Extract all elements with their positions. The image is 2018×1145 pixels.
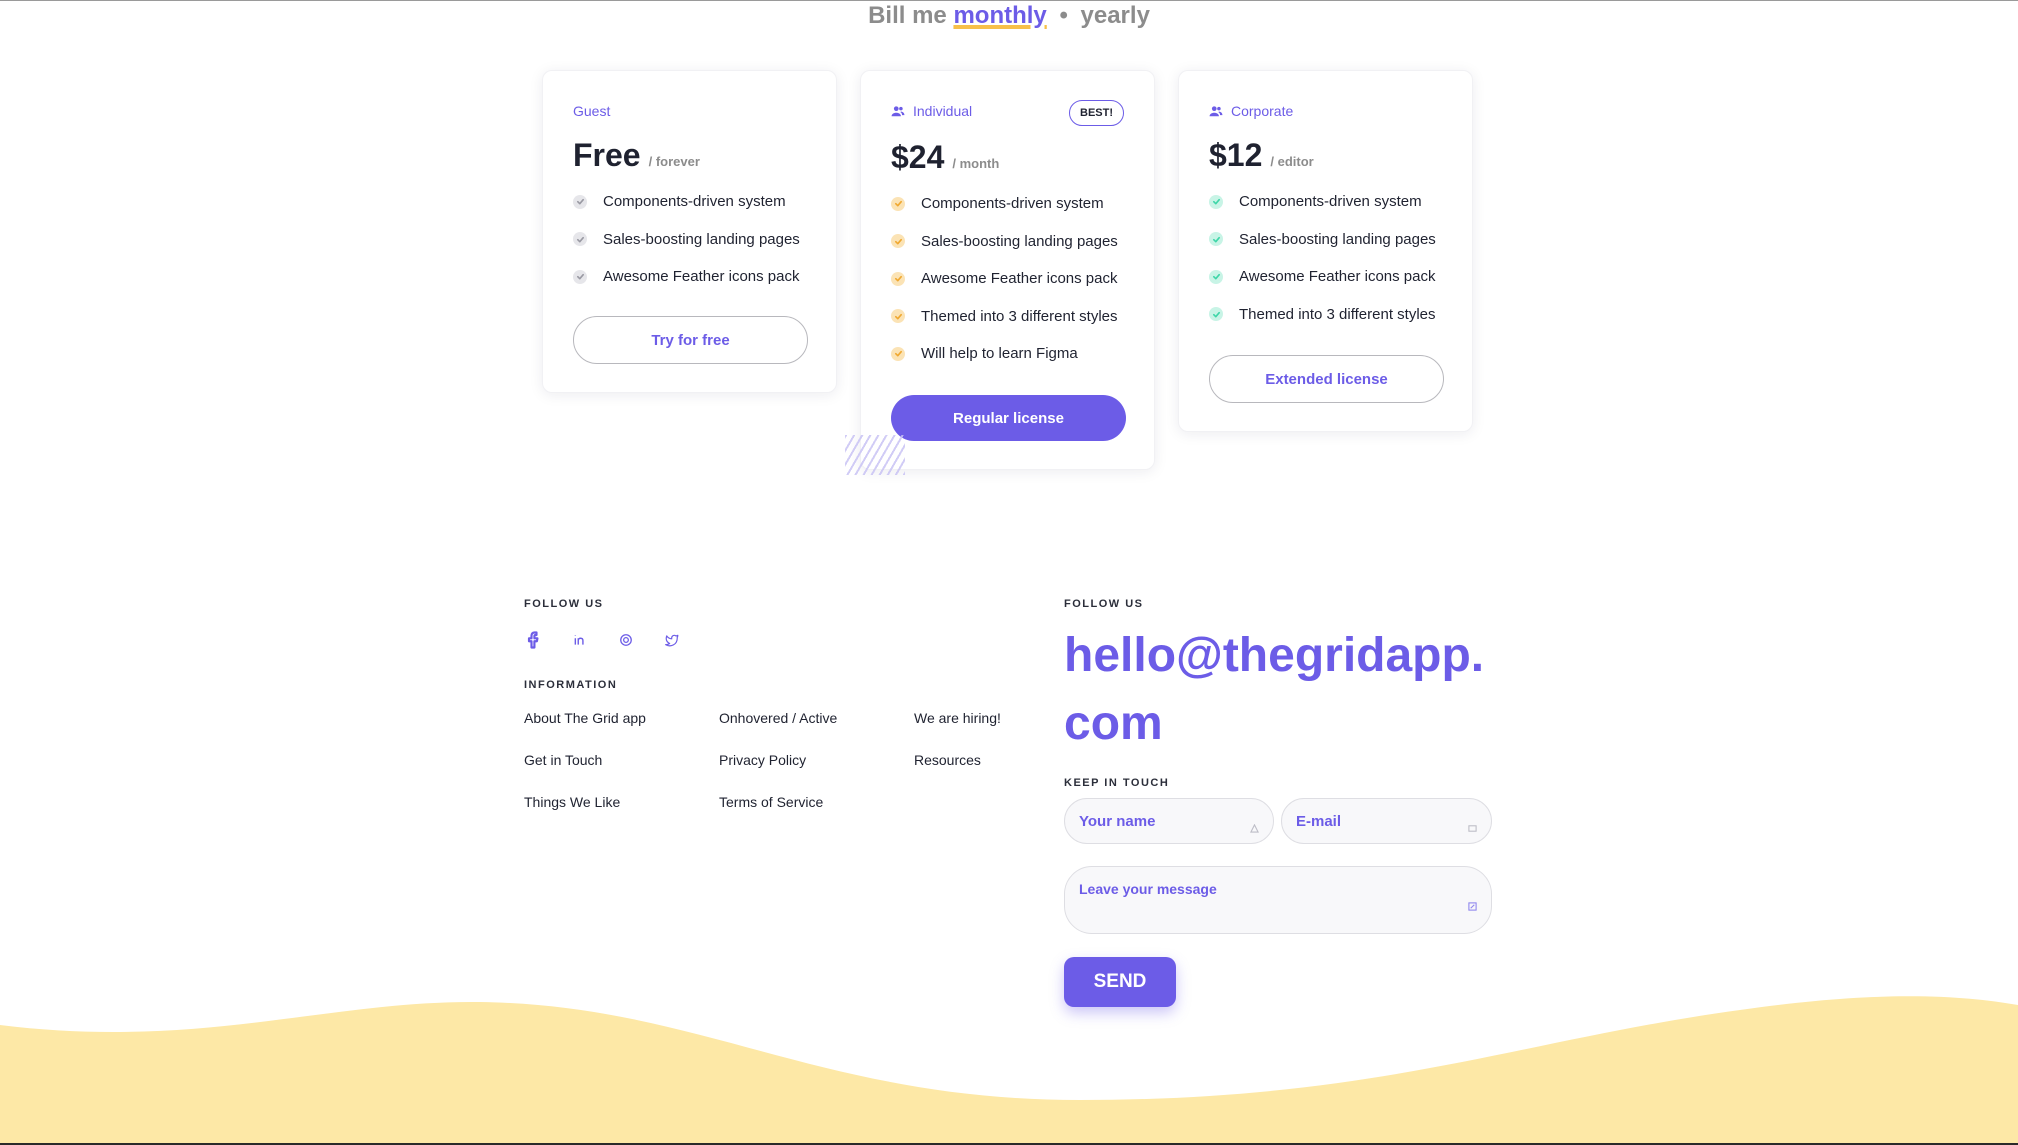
check-icon xyxy=(1209,232,1223,247)
information-links: About The Grid app Onhovered / Active We… xyxy=(524,708,1109,812)
linkedin-icon[interactable] xyxy=(570,630,590,650)
feature-item: Components-driven system xyxy=(573,183,800,221)
feature-text: Awesome Feather icons pack xyxy=(603,268,800,286)
plan-price: $24/ month xyxy=(891,139,1000,175)
plan-name: Guest xyxy=(573,103,611,119)
link-privacy-policy[interactable]: Privacy Policy xyxy=(719,750,914,770)
instagram-icon[interactable] xyxy=(616,630,636,650)
edit-icon xyxy=(1468,902,1477,911)
feature-text: Will help to learn Figma xyxy=(921,345,1078,363)
link-terms-of-service[interactable]: Terms of Service xyxy=(719,792,914,812)
feature-text: Sales-boosting landing pages xyxy=(921,232,1118,250)
try-for-free-button[interactable]: Try for free xyxy=(573,316,808,364)
feature-item: Themed into 3 different styles xyxy=(1209,296,1436,334)
check-icon xyxy=(891,196,905,211)
pricing-card-corporate: Corporate $12/ editor Components-driven … xyxy=(1178,70,1473,432)
feature-item: Themed into 3 different styles xyxy=(891,298,1118,336)
plan-name: Corporate xyxy=(1209,103,1293,119)
check-icon xyxy=(891,234,905,249)
name-placeholder: Your name xyxy=(1079,812,1156,830)
feature-item: Awesome Feather icons pack xyxy=(1209,258,1436,296)
check-icon xyxy=(1209,269,1223,284)
email-placeholder: E-mail xyxy=(1296,812,1342,830)
best-badge: BEST! xyxy=(1069,100,1124,126)
feature-list: Components-driven system Sales-boosting l… xyxy=(891,185,1118,373)
twitter-icon[interactable] xyxy=(662,630,682,650)
feature-text: Components-driven system xyxy=(921,195,1104,213)
link-onhovered-active[interactable]: Onhovered / Active xyxy=(719,708,914,728)
billing-monthly-option[interactable]: monthly xyxy=(953,2,1046,30)
plan-price: $12/ editor xyxy=(1209,137,1314,173)
feature-text: Sales-boosting landing pages xyxy=(1239,230,1436,248)
check-icon xyxy=(891,271,905,286)
feature-item: Sales-boosting landing pages xyxy=(1209,221,1436,259)
feature-list: Components-driven system Sales-boosting l… xyxy=(573,183,800,296)
users-icon xyxy=(891,106,905,117)
link-get-in-touch[interactable]: Get in Touch xyxy=(524,750,719,770)
facebook-icon[interactable] xyxy=(524,630,544,650)
follow-us-label: FOLLOW US xyxy=(524,598,604,610)
check-icon xyxy=(573,269,587,284)
feature-item: Sales-boosting landing pages xyxy=(891,223,1118,261)
information-label: INFORMATION xyxy=(524,679,618,691)
check-icon xyxy=(1209,307,1223,322)
social-links xyxy=(524,630,682,650)
feature-item: Components-driven system xyxy=(1209,183,1436,221)
message-textarea[interactable]: Leave your message xyxy=(1064,866,1492,934)
decorative-hatch-pattern xyxy=(845,435,905,475)
feature-text: Components-driven system xyxy=(603,193,786,211)
feature-item: Components-driven system xyxy=(891,185,1118,223)
extended-license-button[interactable]: Extended license xyxy=(1209,355,1444,403)
feature-text: Themed into 3 different styles xyxy=(921,307,1118,325)
name-input[interactable]: Your name xyxy=(1064,798,1274,844)
billing-prefix: Bill me xyxy=(868,2,947,29)
check-icon xyxy=(891,309,905,324)
feature-list: Components-driven system Sales-boosting l… xyxy=(1209,183,1436,333)
feature-item: Sales-boosting landing pages xyxy=(573,221,800,259)
email-input[interactable]: E-mail xyxy=(1281,798,1492,844)
plan-price: Free / forever xyxy=(573,137,700,173)
plan-name: Individual xyxy=(891,103,972,119)
feature-item: Awesome Feather icons pack xyxy=(573,258,800,296)
feature-item: Will help to learn Figma xyxy=(891,335,1118,373)
regular-license-button[interactable]: Regular license xyxy=(891,395,1126,441)
top-border xyxy=(0,0,2018,1)
mail-icon xyxy=(1468,825,1477,832)
feature-item: Awesome Feather icons pack xyxy=(891,260,1118,298)
feature-text: Sales-boosting landing pages xyxy=(603,230,800,248)
feature-text: Awesome Feather icons pack xyxy=(921,270,1118,288)
message-placeholder: Leave your message xyxy=(1079,881,1217,897)
feature-text: Themed into 3 different styles xyxy=(1239,305,1436,323)
billing-separator: • xyxy=(1059,2,1068,29)
check-icon xyxy=(891,346,905,361)
keep-in-touch-label: KEEP IN TOUCH xyxy=(1064,777,1170,789)
contact-email[interactable]: hello@thegridapp.com xyxy=(1064,622,1504,758)
user-icon xyxy=(1250,824,1259,833)
billing-yearly-option[interactable]: yearly xyxy=(1081,2,1150,29)
check-icon xyxy=(1209,194,1223,209)
pricing-card-individual: Individual BEST! $24/ month Components-d… xyxy=(860,70,1155,470)
billing-toggle: Bill me monthly • yearly xyxy=(0,2,2018,30)
feature-text: Components-driven system xyxy=(1239,193,1422,211)
feature-text: Awesome Feather icons pack xyxy=(1239,268,1436,286)
contact-follow-label: FOLLOW US xyxy=(1064,598,1144,610)
users-icon xyxy=(1209,106,1223,117)
decorative-wave xyxy=(0,996,2018,1145)
link-things-we-like[interactable]: Things We Like xyxy=(524,792,719,812)
check-icon xyxy=(573,194,587,209)
check-icon xyxy=(573,232,587,247)
link-about[interactable]: About The Grid app xyxy=(524,708,719,728)
pricing-card-guest: Guest Free / forever Components-driven sy… xyxy=(542,70,837,393)
